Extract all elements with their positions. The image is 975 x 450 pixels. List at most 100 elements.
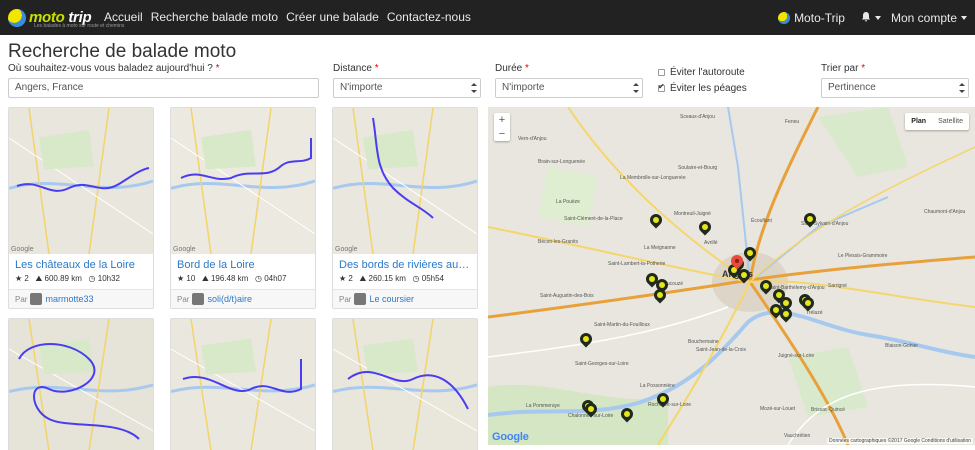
ride-marker-icon[interactable]	[741, 244, 759, 263]
map-type-satellite[interactable]: Satellite	[932, 113, 969, 130]
avoid-tolls-checkbox[interactable]: Éviter les péages	[658, 82, 747, 94]
ride-map-thumbnail[interactable]	[171, 319, 315, 450]
author-link[interactable]: soli(d/t)aire	[207, 294, 252, 304]
map-town-label: Avrillé	[704, 240, 718, 246]
ride-map-thumbnail[interactable]: Google	[9, 108, 153, 254]
brand-logo[interactable]: moto trip Les balades à moto sur route e…	[8, 0, 124, 35]
thumb-google-logo: Google	[173, 246, 196, 253]
author-prefix: Par	[15, 294, 28, 304]
route-thumbnail-map	[9, 108, 153, 254]
ride-marker-icon[interactable]	[777, 305, 795, 324]
ride-card-body: Bord de la Loire ★ 10 ⛰ 196.48 km ◷ 04h0…	[171, 254, 315, 289]
map-town-label: Feneu	[785, 119, 800, 125]
ride-title[interactable]: Les châteaux de la Loire	[15, 258, 147, 273]
nav-accueil[interactable]: Accueil	[100, 0, 147, 35]
ride-card-body: Les châteaux de la Loire ★ 2 ⛰ 600.89 km…	[9, 254, 153, 289]
ride-title[interactable]: Bord de la Loire	[177, 258, 309, 273]
select-arrows-icon	[471, 83, 477, 93]
ride-map-thumbnail[interactable]: Google	[171, 108, 315, 254]
road-icon: ⛰	[35, 274, 43, 283]
ride-card[interactable]: Google Des bords de rivières aux vig... …	[332, 107, 478, 309]
where-input[interactable]: Angers, France	[8, 78, 319, 98]
ride-card-footer: Par Le coursier	[333, 289, 477, 308]
map-town-label: Écouflant	[751, 218, 772, 224]
map-town-label: La Pouëze	[556, 199, 580, 205]
moto-trip-mini-icon	[778, 11, 791, 24]
chevron-down-icon	[874, 16, 881, 21]
ride-distance: 600.89 km	[44, 274, 82, 283]
ride-marker-icon[interactable]	[582, 400, 600, 419]
ride-card-footer: Par marmotte33	[9, 289, 153, 308]
ride-card[interactable]	[332, 318, 478, 450]
route-thumbnail-map	[171, 319, 315, 450]
avoid-highway-label: Éviter l'autoroute	[670, 67, 745, 78]
star-icon: ★	[15, 274, 23, 283]
duree-selected: N'importe	[502, 82, 545, 93]
ride-card[interactable]: Google Bord de la Loire ★ 10 ⛰ 196.48 km…	[170, 107, 316, 309]
ride-distance: 196.48 km	[210, 274, 249, 283]
results-map[interactable]: Sceaux-d'Anjou Feneu Vern-d'Anjou Brain-sur…	[488, 107, 975, 445]
author-link[interactable]: Le coursier	[369, 294, 414, 304]
ride-map-thumbnail[interactable]	[9, 319, 153, 450]
ride-marker-icon[interactable]	[696, 218, 714, 237]
author-link[interactable]: marmotte33	[45, 294, 93, 304]
page-title: Recherche de balade moto	[8, 41, 237, 62]
ride-marker-icon[interactable]	[735, 266, 753, 285]
route-thumbnail-map	[333, 108, 477, 254]
ride-stars: 10	[186, 274, 196, 283]
account-dropdown[interactable]: Mon compte	[891, 11, 967, 25]
distance-select[interactable]: N'importe	[333, 78, 481, 98]
duree-select[interactable]: N'importe	[495, 78, 643, 98]
checkbox-box[interactable]	[658, 82, 665, 92]
ride-card[interactable]: Google Les châteaux de la Loire ★ 2 ⛰ 60…	[8, 107, 154, 309]
map-town-label: La Possonnière	[640, 383, 675, 389]
ride-map-thumbnail[interactable]: Google	[333, 108, 477, 254]
ride-marker-icon[interactable]	[654, 390, 672, 409]
moto-trip-menu[interactable]: Moto-Trip	[778, 11, 845, 25]
ride-card[interactable]	[170, 318, 316, 450]
notifications-dropdown[interactable]	[861, 11, 881, 25]
location-marker-icon[interactable]	[728, 252, 746, 271]
map-town-label: Saint-Martin-du-Fouilloux	[594, 322, 650, 328]
avatar	[30, 293, 43, 305]
ride-distance: 260.15 km	[368, 274, 406, 283]
ride-marker-icon[interactable]	[799, 294, 817, 313]
ride-duration: 05h54	[421, 274, 444, 283]
nav-creer[interactable]: Créer une balade	[282, 0, 383, 35]
sort-select[interactable]: Pertinence	[821, 78, 969, 98]
map-type-control: Plan Satellite	[905, 113, 969, 130]
map-town-label: Bouchemaine	[688, 339, 719, 345]
ride-title[interactable]: Des bords de rivières aux vig...	[339, 258, 471, 273]
nav-recherche[interactable]: Recherche balade moto	[147, 0, 282, 35]
avoid-highway-checkbox[interactable]: Éviter l'autoroute	[658, 67, 745, 78]
ride-duration: 04h07	[264, 274, 287, 283]
zoom-out-button[interactable]: −	[494, 127, 510, 141]
google-logo[interactable]: Google	[492, 431, 529, 443]
zoom-control: + −	[494, 113, 510, 141]
ride-marker-icon[interactable]	[801, 210, 819, 229]
checkbox-box[interactable]	[658, 69, 665, 76]
ride-stars: 2	[348, 274, 353, 283]
author-prefix: Par	[177, 294, 190, 304]
map-town-label: Rochefort-sur-Loire	[648, 402, 692, 408]
ride-marker-icon[interactable]	[647, 211, 665, 230]
ride-map-thumbnail[interactable]	[333, 319, 477, 450]
map-town-label: La Meignanne	[644, 245, 676, 251]
ride-marker-icon[interactable]	[577, 330, 595, 349]
zoom-in-button[interactable]: +	[494, 113, 510, 127]
ride-marker-icon[interactable]	[757, 277, 775, 296]
required-mark: *	[861, 63, 866, 74]
ride-card[interactable]	[8, 318, 154, 450]
map-town-label: Soulaire-et-Bourg	[678, 165, 718, 171]
map-type-plan[interactable]: Plan	[905, 113, 932, 130]
nav-contact[interactable]: Contactez-nous	[383, 0, 475, 35]
ride-marker-icon[interactable]	[618, 405, 636, 424]
map-town-label: Saint-Jean-de-la-Croix	[696, 347, 747, 353]
ride-stats: ★ 2 ⛰ 600.89 km ◷ 10h32	[15, 273, 147, 285]
ride-marker-icon[interactable]	[651, 286, 669, 305]
thumb-google-logo: Google	[11, 246, 34, 253]
clock-icon: ◷	[412, 274, 420, 283]
map-attribution[interactable]: Données cartographiques ©2017 Google Con…	[827, 438, 973, 444]
required-mark: *	[525, 63, 529, 74]
map-town-label: Sarrigné	[828, 283, 847, 289]
